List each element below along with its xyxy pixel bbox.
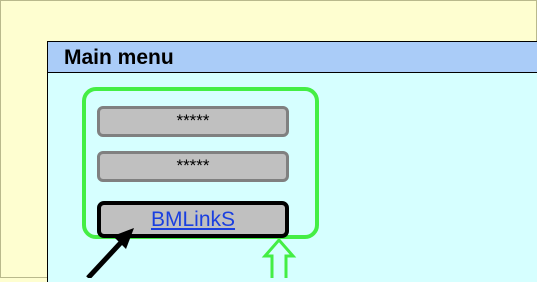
black-arrow-icon — [86, 228, 134, 278]
green-arrow-icon — [261, 237, 297, 278]
arrow-overlay — [86, 228, 297, 278]
